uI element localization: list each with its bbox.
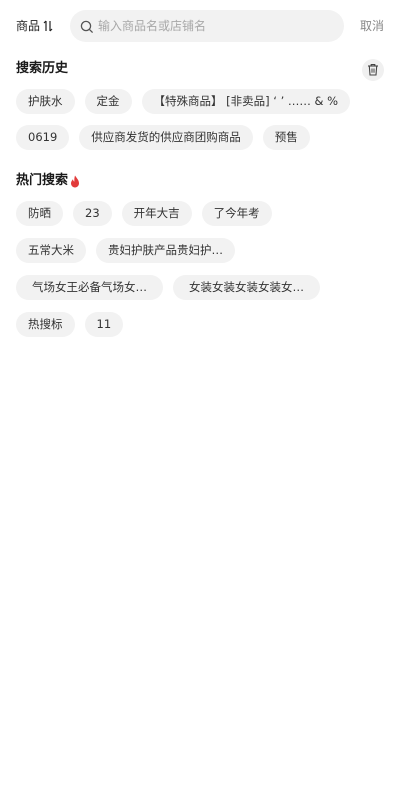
hot-search-title-text: 热门搜索	[16, 173, 69, 188]
history-chip[interactable]: 预售	[262, 125, 310, 150]
history-chip[interactable]: 护肤水	[16, 89, 75, 114]
hot-chip[interactable]: 贵妇护肤产品贵妇护…	[96, 238, 235, 263]
history-row: 0619 供应商发货的供应商团购商品 预售	[16, 125, 320, 150]
search-history-title-text: 搜索历史	[16, 61, 69, 76]
hot-chip[interactable]: 开年大吉	[121, 201, 192, 226]
search-history-title: 搜索历史	[16, 60, 68, 78]
fire-icon	[70, 175, 80, 188]
hot-chip[interactable]: 23	[73, 201, 112, 226]
hot-chip[interactable]: 了今年考	[201, 201, 272, 226]
history-chip[interactable]: 0619	[16, 125, 70, 150]
history-chip[interactable]: 【特殊商品】 [非卖品] ‘ ’ …… & %	[141, 89, 351, 114]
search-bar[interactable]	[70, 10, 344, 42]
hot-chip[interactable]: 防晒	[16, 201, 63, 226]
cancel-button[interactable]: 取消	[360, 17, 384, 35]
hot-chip[interactable]: 热搜标	[16, 312, 75, 337]
search-scope-label: 商品	[16, 19, 41, 33]
hot-row: 气场女王必备气场女… 女装女装女装女装女…	[16, 275, 330, 300]
swap-vertical-icon	[43, 19, 53, 33]
hot-chip[interactable]: 气场女王必备气场女…	[16, 275, 163, 300]
history-row: 护肤水 定金 【特殊商品】 [非卖品] ‘ ’ …… & %	[16, 89, 360, 114]
search-icon	[80, 19, 94, 34]
hot-row: 防晒 23 开年大吉 了今年考	[16, 201, 282, 226]
hot-row: 五常大米 贵妇护肤产品贵妇护…	[16, 238, 245, 263]
hot-row: 热搜标 11	[16, 312, 133, 337]
hot-search-title: 热门搜索	[16, 172, 80, 190]
hot-chip[interactable]: 五常大米	[16, 238, 86, 263]
clear-history-button[interactable]	[362, 59, 384, 81]
hot-chip[interactable]: 11	[84, 312, 124, 337]
search-input[interactable]	[98, 19, 328, 33]
history-chip[interactable]: 定金	[84, 89, 132, 114]
search-scope-selector[interactable]: 商品	[16, 17, 53, 35]
history-chip[interactable]: 供应商发货的供应商团购商品	[79, 125, 253, 150]
trash-icon	[367, 61, 379, 80]
top-bar: 商品 取消	[0, 0, 400, 52]
hot-chip[interactable]: 女装女装女装女装女…	[173, 275, 320, 300]
